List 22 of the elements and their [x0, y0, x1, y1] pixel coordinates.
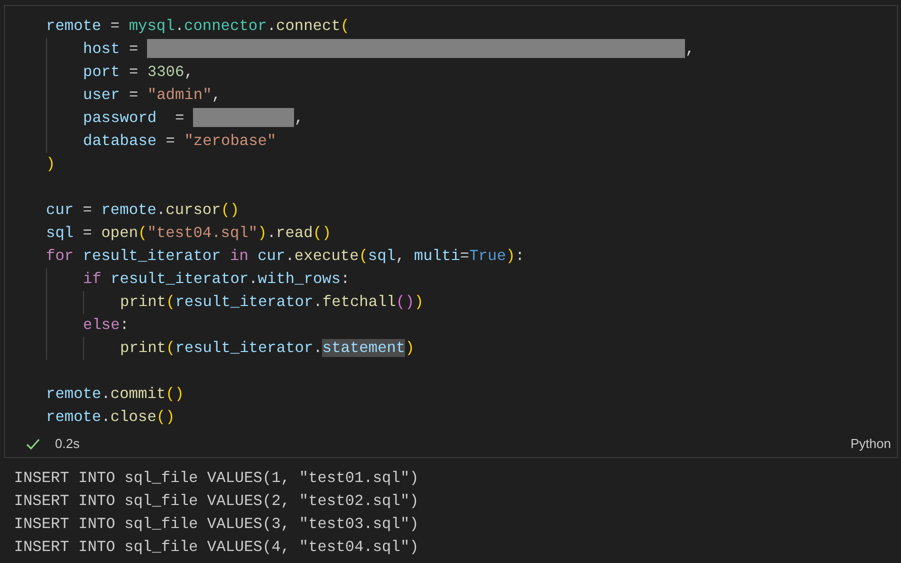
code-line: remote.close() [46, 407, 175, 428]
language-label[interactable]: Python [850, 434, 891, 454]
code-line: password = , [83, 107, 304, 130]
code-line: ) [46, 154, 56, 175]
code-line: port = 3306, [83, 62, 194, 83]
code-line: remote = mysql.connector.connect( [46, 16, 350, 37]
output-line: INSERT INTO sql_file VALUES(2, "test02.sql") [14, 491, 419, 512]
code-line: else: [83, 315, 129, 336]
code-line: cur = remote.cursor() [46, 200, 240, 221]
code-line: database = "zerobase" [83, 131, 276, 152]
code-line: user = "admin", [83, 85, 221, 106]
code-line: print(result_iterator.fetchall()) [120, 292, 424, 313]
code-line: if result_iterator.with_rows: [83, 269, 350, 290]
code-line: remote.commit() [46, 384, 184, 405]
output-line: INSERT INTO sql_file VALUES(1, "test01.sql") [14, 468, 419, 489]
code-line: sql = open("test04.sql").read() [46, 223, 332, 244]
output-line: INSERT INTO sql_file VALUES(3, "test03.sql") [14, 514, 419, 535]
execution-time: 0.2s [55, 435, 80, 454]
code-line: for result_iterator in cur.execute(sql, multi=True): [46, 246, 524, 267]
output-line: INSERT INTO sql_file VALUES(4, "test04.sql") [14, 537, 419, 558]
code-cell[interactable] [4, 5, 898, 458]
code-line: print(result_iterator.statement) [120, 338, 414, 359]
